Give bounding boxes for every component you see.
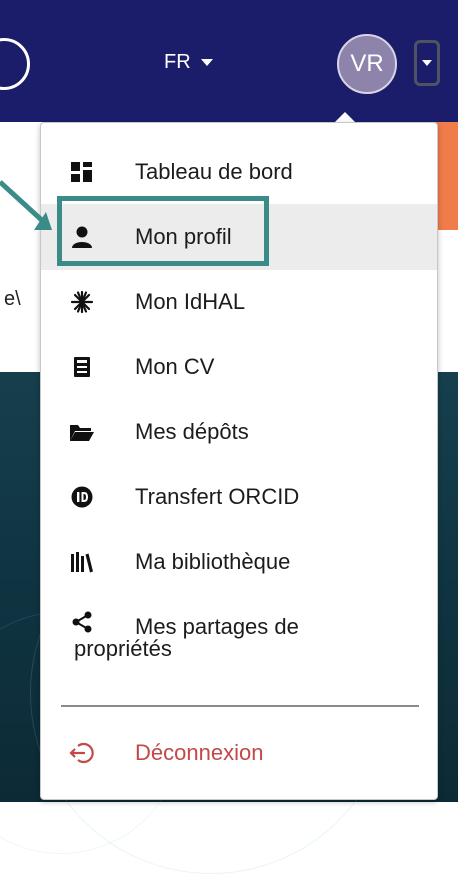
menu-item-label: Ma bibliothèque — [135, 549, 291, 574]
logout-icon — [69, 741, 95, 765]
menu-item-label: Transfert ORCID — [135, 484, 300, 509]
logout-label: Déconnexion — [135, 740, 264, 765]
user-menu-toggle[interactable] — [414, 40, 440, 86]
menu-item-library[interactable]: Ma bibliothèque — [41, 529, 437, 595]
annotation-arrow-icon — [0, 180, 52, 230]
folder-icon — [69, 420, 95, 444]
top-navbar: FR VR — [0, 0, 458, 122]
menu-item-cv[interactable]: Mon CV — [41, 334, 437, 400]
language-selector[interactable]: FR — [164, 51, 213, 74]
share-icon — [69, 610, 95, 634]
avatar[interactable]: VR — [337, 34, 397, 94]
menu-item-label: Mon IdHAL — [135, 289, 246, 314]
cv-icon — [69, 355, 95, 379]
chevron-down-icon — [200, 59, 213, 66]
chevron-down-icon — [422, 60, 432, 66]
circle-icon[interactable] — [0, 38, 30, 90]
menu-item-deposits[interactable]: Mes dépôts — [41, 399, 437, 465]
dashboard-icon — [69, 160, 95, 184]
idhal-icon — [69, 290, 95, 314]
menu-item-label: Mes dépôts — [135, 419, 249, 444]
logout-button[interactable]: Déconnexion — [41, 720, 437, 786]
background-text: e\ — [4, 288, 21, 310]
menu-item-property-shares[interactable]: Mes partages de propriétés — [41, 594, 437, 672]
avatar-initials: VR — [350, 50, 384, 77]
menu-item-label: Mon CV — [135, 354, 215, 379]
menu-divider — [61, 705, 419, 707]
orcid-icon — [69, 485, 95, 509]
menu-item-label-continued: propriétés — [74, 636, 172, 661]
menu-item-label: Tableau de bord — [135, 159, 293, 184]
library-icon — [69, 550, 95, 574]
menu-item-idhal[interactable]: Mon IdHAL — [41, 269, 437, 335]
language-label: FR — [164, 51, 191, 73]
highlight-box — [57, 196, 269, 266]
menu-item-orcid[interactable]: Transfert ORCID — [41, 464, 437, 530]
